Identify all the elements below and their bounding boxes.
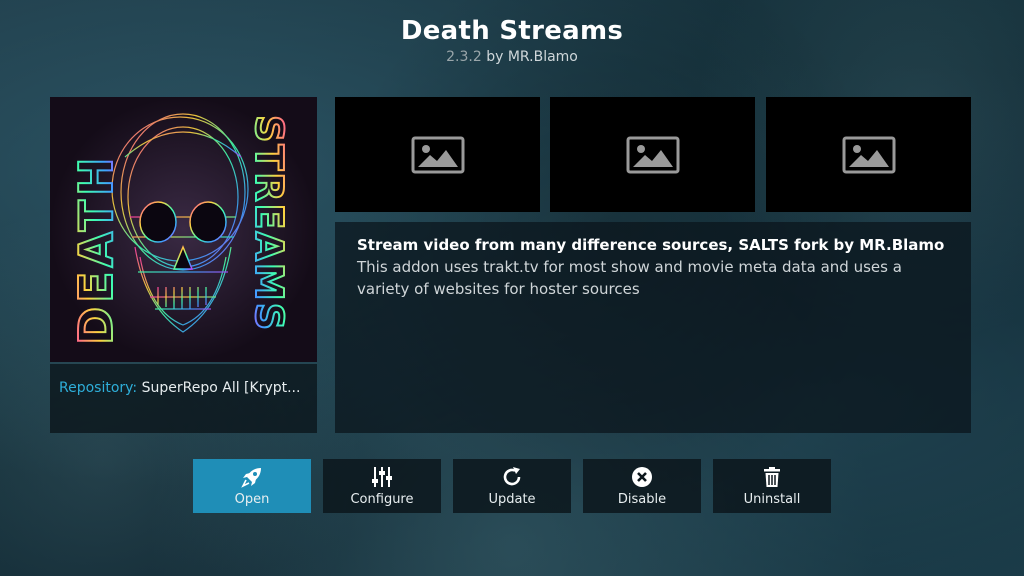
open-button-label: Open xyxy=(234,492,270,507)
description-line-2: variety of websites for hoster sources xyxy=(357,280,640,298)
poster-right-word: STREAMS xyxy=(247,115,291,332)
close-circle-icon xyxy=(632,467,652,487)
addon-description: Stream video from many difference source… xyxy=(335,222,971,433)
addon-subtitle: 2.3.2 by MR.Blamo xyxy=(0,49,1024,65)
sliders-icon xyxy=(372,467,392,487)
uninstall-button-label: Uninstall xyxy=(743,492,801,507)
disable-button[interactable]: Disable xyxy=(583,459,701,513)
addon-title: Death Streams xyxy=(400,16,624,46)
open-button[interactable]: Open xyxy=(193,459,311,513)
addon-version: 2.3.2 xyxy=(446,49,482,65)
description-line-1: This addon uses trakt.tv for most show a… xyxy=(357,258,902,276)
addon-header: Death Streams 2.3.2 by MR.Blamo xyxy=(0,14,1024,65)
configure-button-label: Configure xyxy=(350,492,414,507)
addon-author: by MR.Blamo xyxy=(486,49,578,65)
disable-button-label: Disable xyxy=(617,492,667,507)
poster-left-word: DEATH xyxy=(69,153,123,345)
screenshot-thumbnail[interactable] xyxy=(335,97,540,212)
image-placeholder-icon xyxy=(626,136,679,173)
repository-info: Repository: SuperRepo All [Krypt... xyxy=(50,364,317,433)
screenshot-thumbnail[interactable] xyxy=(766,97,971,212)
description-heading: Stream video from many difference source… xyxy=(357,236,945,254)
update-button-label: Update xyxy=(488,492,536,507)
image-placeholder-icon xyxy=(411,136,464,173)
update-button[interactable]: Update xyxy=(453,459,571,513)
uninstall-button[interactable]: Uninstall xyxy=(713,459,831,513)
configure-button[interactable]: Configure xyxy=(323,459,441,513)
rocket-icon xyxy=(241,468,261,488)
trash-icon xyxy=(764,467,780,487)
repository-value: SuperRepo All [Krypt... xyxy=(141,380,301,396)
screenshot-thumbnail[interactable] xyxy=(550,97,755,212)
image-placeholder-icon xyxy=(842,136,895,173)
repository-label: Repository: xyxy=(59,380,138,396)
addon-poster: DEATH STREAMS xyxy=(50,97,317,362)
refresh-icon xyxy=(503,467,521,486)
